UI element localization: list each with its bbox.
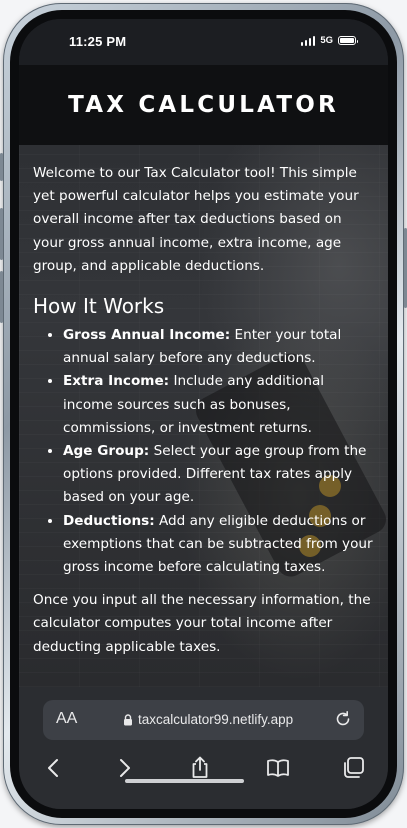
list-item: Deductions: Add any eligible deductions …: [63, 510, 375, 580]
mute-switch: [0, 153, 3, 181]
url-text: taxcalculator99.netlify.app: [138, 712, 294, 727]
list-item: Age Group: Select your age group from th…: [63, 440, 375, 510]
bookmarks-button[interactable]: [265, 755, 291, 781]
outro-paragraph: Once you input all the necessary informa…: [33, 592, 371, 655]
address-bar[interactable]: AA taxcalculator99.netlify.app: [43, 700, 364, 740]
volume-up-button: [0, 208, 3, 260]
tabs-icon: [344, 757, 364, 778]
list-item: Gross Annual Income: Enter your total an…: [63, 324, 375, 370]
main-content: Welcome to our Tax Calculator tool! This…: [33, 162, 375, 659]
list-item-term: Extra Income:: [63, 373, 170, 390]
home-indicator[interactable]: [125, 779, 244, 783]
tabs-button[interactable]: [341, 755, 367, 781]
how-it-works-list: Gross Annual Income: Enter your total an…: [33, 324, 375, 579]
lock-icon: [124, 713, 132, 725]
forward-button[interactable]: [111, 755, 137, 781]
url-display[interactable]: taxcalculator99.netlify.app: [123, 712, 293, 727]
page-title: TAX CALCULATOR: [68, 92, 339, 118]
screen: 11:25 PM 5G TAX CALCULATOR Welcome to ou…: [19, 19, 388, 809]
list-item-term: Gross Annual Income:: [63, 327, 231, 344]
signal-icon: [300, 35, 316, 46]
volume-down-button: [0, 271, 3, 323]
status-bar: 11:25 PM 5G: [19, 19, 388, 65]
page-header: TAX CALCULATOR: [19, 65, 388, 145]
book-icon: [267, 759, 289, 777]
status-indicators: 5G: [300, 35, 358, 46]
share-button[interactable]: [187, 755, 213, 781]
status-time: 11:25 PM: [69, 34, 127, 49]
network-type: 5G: [320, 35, 333, 46]
intro-paragraph: Welcome to our Tax Calculator tool! This…: [33, 165, 359, 274]
list-item-term: Age Group:: [63, 443, 150, 460]
back-button[interactable]: [41, 755, 67, 781]
battery-icon: [338, 36, 358, 45]
list-item-term: Deductions:: [63, 512, 155, 529]
reload-icon[interactable]: [334, 710, 352, 728]
share-icon: [192, 756, 208, 778]
text-size-button[interactable]: AA: [56, 710, 77, 728]
chevron-left-icon: [48, 759, 58, 777]
chevron-right-icon: [120, 759, 130, 777]
section-heading: How It Works: [33, 294, 165, 319]
browser-toolbar: AA taxcalculator99.netlify.app: [19, 687, 388, 809]
list-item: Extra Income: Include any additional inc…: [63, 370, 375, 440]
